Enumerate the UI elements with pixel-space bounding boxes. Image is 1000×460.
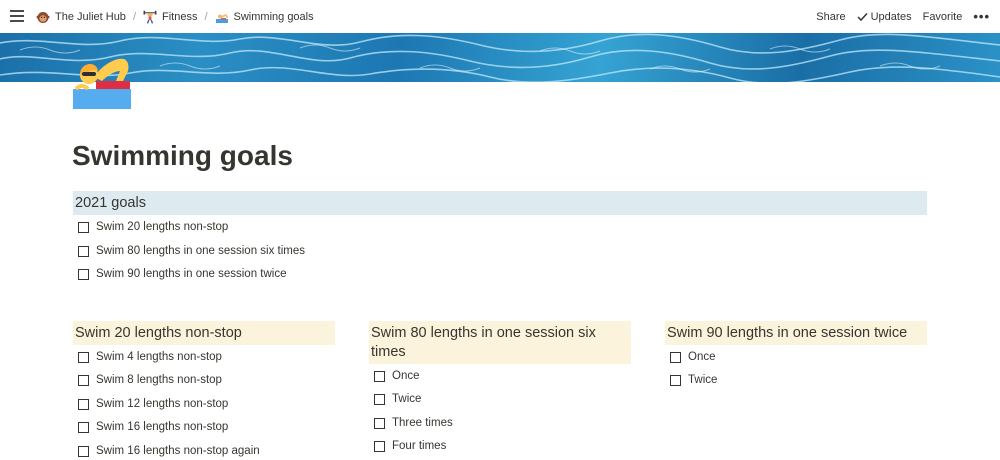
more-options-icon[interactable]: ••• (973, 9, 990, 24)
breadcrumb-separator: / (204, 10, 208, 23)
checkbox[interactable] (78, 398, 89, 410)
checkbox[interactable] (374, 417, 385, 429)
breadcrumb-item-fitness[interactable]: Fitness (143, 10, 197, 24)
todo-label[interactable]: Swim 16 lengths non-stop again (96, 445, 260, 457)
page-title[interactable]: Swimming goals (72, 140, 293, 172)
monkey-face-icon (36, 11, 50, 23)
top-bar: The Juliet Hub / Fitness / Swimming goal… (0, 0, 1000, 33)
todo-item: Once (374, 368, 420, 384)
todo-item: Swim 90 lengths in one session twice (78, 266, 287, 282)
checkbox[interactable] (78, 245, 89, 257)
todo-label[interactable]: Swim 80 lengths in one session six times (96, 245, 305, 257)
swimmer-emoji-icon (73, 58, 131, 109)
checkbox[interactable] (670, 351, 681, 363)
todo-item: Swim 80 lengths in one session six times (78, 243, 305, 259)
todo-label[interactable]: Swim 12 lengths non-stop (96, 398, 228, 410)
todo-label[interactable]: Four times (392, 440, 446, 452)
checkbox[interactable] (78, 445, 89, 457)
checkbox[interactable] (78, 351, 89, 363)
breadcrumb-item-juliet-hub[interactable]: The Juliet Hub (36, 10, 126, 24)
todo-item: Swim 16 lengths non-stop again (78, 443, 260, 459)
todo-label[interactable]: Swim 8 lengths non-stop (96, 374, 222, 386)
checkbox[interactable] (374, 393, 385, 405)
todo-label[interactable]: Swim 4 lengths non-stop (96, 351, 222, 363)
todo-item: Four times (374, 438, 446, 454)
weight-lifter-icon (143, 10, 157, 24)
header-actions: Share Updates Favorite ••• (805, 0, 990, 33)
favorite-button[interactable]: Favorite (923, 11, 963, 23)
swimmer-icon (215, 13, 228, 23)
checkbox[interactable] (670, 374, 681, 386)
todo-label[interactable]: Swim 90 lengths in one session twice (96, 268, 287, 280)
checkbox[interactable] (78, 221, 89, 233)
breadcrumb-separator: / (132, 10, 136, 23)
todo-label[interactable]: Once (688, 351, 716, 363)
checkbox[interactable] (374, 370, 385, 382)
breadcrumb-label: Fitness (162, 10, 198, 23)
checkbox[interactable] (374, 440, 385, 452)
breadcrumb-label: The Juliet Hub (55, 10, 126, 23)
checkbox[interactable] (78, 421, 89, 433)
todo-label[interactable]: Once (392, 370, 420, 382)
breadcrumb-item-swimming-goals[interactable]: Swimming goals (215, 10, 314, 24)
todo-item: Swim 12 lengths non-stop (78, 396, 228, 412)
todo-item: Swim 8 lengths non-stop (78, 372, 222, 388)
column-1-heading[interactable]: Swim 20 lengths non-stop (73, 321, 335, 345)
todo-label[interactable]: Swim 16 lengths non-stop (96, 421, 228, 433)
todo-label[interactable]: Twice (688, 374, 717, 386)
todo-label[interactable]: Three times (392, 417, 453, 429)
menu-icon[interactable] (10, 10, 24, 22)
todo-label[interactable]: Twice (392, 393, 421, 405)
todo-item: Swim 20 lengths non-stop (78, 219, 228, 235)
checkmark-icon (857, 12, 868, 21)
todo-item: Swim 4 lengths non-stop (78, 349, 222, 365)
todo-item: Once (670, 349, 716, 365)
share-button[interactable]: Share (816, 11, 845, 23)
breadcrumb: The Juliet Hub / Fitness / Swimming goal… (36, 0, 314, 33)
water-texture (0, 33, 1000, 82)
todo-item: Three times (374, 415, 453, 431)
todo-item: Swim 16 lengths non-stop (78, 419, 228, 435)
goals-2021-heading[interactable]: 2021 goals (73, 191, 927, 215)
checkbox[interactable] (78, 374, 89, 386)
column-2-heading-line1: Swim 80 lengths in one session six (371, 325, 596, 341)
cover-image (0, 33, 1000, 82)
todo-label[interactable]: Swim 20 lengths non-stop (96, 221, 228, 233)
todo-item: Twice (670, 372, 717, 388)
updates-button[interactable]: Updates (857, 11, 912, 23)
todo-item: Twice (374, 391, 421, 407)
updates-label: Updates (870, 10, 912, 23)
column-3-heading[interactable]: Swim 90 lengths in one session twice (665, 321, 927, 345)
checkbox[interactable] (78, 268, 89, 280)
column-2-heading[interactable]: Swim 80 lengths in one session six times (369, 321, 631, 364)
column-2-heading-line2: times (371, 344, 406, 360)
breadcrumb-label: Swimming goals (233, 10, 314, 23)
